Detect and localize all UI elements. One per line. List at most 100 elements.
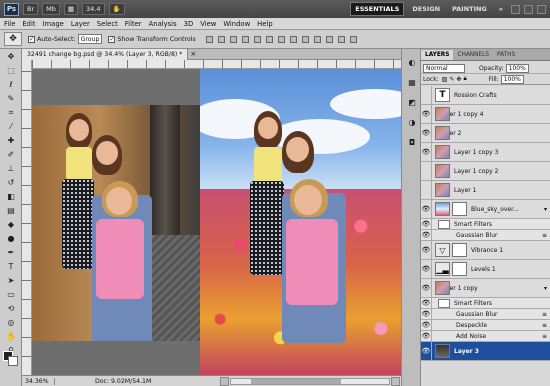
- type-tool-icon[interactable]: T: [3, 260, 19, 273]
- eye-icon[interactable]: 👁︎: [421, 230, 432, 240]
- tab-channels[interactable]: CHANNELS: [453, 50, 493, 60]
- filter-mask-thumbnail[interactable]: [438, 298, 450, 308]
- marquee-tool-icon[interactable]: ⬚: [3, 64, 19, 77]
- layer-row[interactable]: 👁︎ Layer 1 copy ▾: [421, 279, 550, 298]
- layer-row[interactable]: Layer 1: [421, 181, 550, 200]
- distribute-vcenter-icon[interactable]: [289, 35, 297, 43]
- quick-select-tool-icon[interactable]: ✎: [3, 92, 19, 105]
- distribute-hcenter-icon[interactable]: [325, 35, 333, 43]
- swatches-panel-icon[interactable]: ▦: [405, 76, 419, 89]
- gradient-tool-icon[interactable]: ▤: [3, 204, 19, 217]
- layer-row[interactable]: T Rossion Crafts: [421, 86, 550, 105]
- distribute-right-icon[interactable]: [337, 35, 345, 43]
- eye-icon[interactable]: 👁︎: [421, 309, 432, 319]
- tab-layers[interactable]: LAYERS: [421, 50, 454, 60]
- lock-transparency-icon[interactable]: ▨: [442, 76, 448, 83]
- eye-icon[interactable]: 👁︎: [421, 124, 432, 142]
- blur-tool-icon[interactable]: ◆: [3, 218, 19, 231]
- lasso-tool-icon[interactable]: ℓ: [3, 78, 19, 91]
- lock-pixels-icon[interactable]: ✎: [449, 76, 454, 83]
- auto-select-dropdown[interactable]: Group: [77, 34, 103, 44]
- close-button[interactable]: [537, 4, 546, 14]
- smart-filters-row[interactable]: 👁︎ Smart Filters: [421, 298, 550, 309]
- menu-layer[interactable]: Layer: [71, 20, 90, 28]
- blend-mode-dropdown[interactable]: Normal: [423, 63, 465, 73]
- document-tab[interactable]: 32491 change bg.psd @ 34.4% (Layer 3, RG…: [22, 48, 189, 60]
- styles-panel-icon[interactable]: ◩: [405, 96, 419, 109]
- workspace-more-icon[interactable]: »: [495, 3, 507, 15]
- eye-icon[interactable]: 👁︎: [421, 279, 432, 297]
- filter-row[interactable]: 👁︎ Despeckle ≡: [421, 320, 550, 331]
- eye-icon[interactable]: 👁︎: [421, 260, 432, 278]
- show-transform-checkbox[interactable]: ✓: [108, 35, 116, 43]
- filter-options-icon[interactable]: ≡: [542, 232, 547, 239]
- align-hcenter-icon[interactable]: [253, 35, 261, 43]
- eyedropper-tool-icon[interactable]: ⁄: [3, 120, 19, 133]
- layer-row[interactable]: 👁︎ ▽ Vibrance 1: [421, 241, 550, 260]
- eye-icon[interactable]: 👁︎: [421, 219, 432, 229]
- eye-icon[interactable]: 👁︎: [421, 320, 432, 330]
- align-vcenter-icon[interactable]: [217, 35, 225, 43]
- eye-icon[interactable]: 👁︎: [421, 143, 432, 161]
- history-brush-tool-icon[interactable]: ↺: [3, 176, 19, 189]
- menu-edit[interactable]: Edit: [22, 20, 35, 28]
- auto-align-icon[interactable]: [349, 35, 357, 43]
- healing-tool-icon[interactable]: ✚: [3, 134, 19, 147]
- move-tool-icon[interactable]: ✥: [4, 32, 22, 46]
- filter-row[interactable]: 👁︎ Gaussian Blur ≡: [421, 309, 550, 320]
- layer-row[interactable]: 👁︎ Layer 1 copy 3: [421, 143, 550, 162]
- workspace-essentials[interactable]: ESSENTIALS: [350, 2, 405, 16]
- filter-options-icon[interactable]: ≡: [542, 311, 547, 318]
- scroll-right-icon[interactable]: [391, 376, 400, 386]
- eye-icon[interactable]: 👁︎: [421, 200, 432, 218]
- brush-tool-icon[interactable]: ✐: [3, 148, 19, 161]
- clone-stamp-tool-icon[interactable]: ⊥: [3, 162, 19, 175]
- 3d-orbit-tool-icon[interactable]: ◎: [3, 316, 19, 329]
- smart-filters-row[interactable]: 👁︎ Smart Filters: [421, 219, 550, 230]
- layer-mask-thumbnail[interactable]: [452, 202, 467, 216]
- menu-help[interactable]: Help: [257, 20, 273, 28]
- layer-row[interactable]: 👁︎ Blue_sky_over... ▾: [421, 200, 550, 219]
- menu-analysis[interactable]: Analysis: [149, 20, 177, 28]
- move-tool-icon[interactable]: ✥: [3, 50, 19, 63]
- path-select-tool-icon[interactable]: ➤: [3, 274, 19, 287]
- zoom-readout[interactable]: 34.36%: [25, 377, 55, 385]
- distribute-top-icon[interactable]: [277, 35, 285, 43]
- workspace-painting[interactable]: PAINTING: [448, 3, 491, 15]
- background-color-swatch[interactable]: [8, 356, 18, 366]
- horizontal-scrollbar[interactable]: [219, 376, 401, 386]
- maximize-button[interactable]: [524, 4, 533, 14]
- scroll-left-icon[interactable]: [220, 376, 229, 386]
- align-left-icon[interactable]: [241, 35, 249, 43]
- filter-row[interactable]: 👁︎ Add Noise ≡: [421, 331, 550, 342]
- visibility-toggle[interactable]: [421, 162, 432, 180]
- dodge-tool-icon[interactable]: ●: [3, 232, 19, 245]
- filter-options-icon[interactable]: ≡: [542, 333, 547, 340]
- adjustments-panel-icon[interactable]: ◑: [405, 116, 419, 129]
- menu-select[interactable]: Select: [97, 20, 118, 28]
- layer-row[interactable]: 👁︎ Layer 1 copy 4: [421, 105, 550, 124]
- layer-row[interactable]: 👁︎ ▁▃ Levels 1: [421, 260, 550, 279]
- canvas[interactable]: [32, 69, 401, 375]
- layer-row[interactable]: 👁︎ Layer 2: [421, 124, 550, 143]
- horizontal-ruler[interactable]: [32, 60, 401, 69]
- filter-options-icon[interactable]: ≡: [542, 322, 547, 329]
- auto-select-checkbox[interactable]: ✓: [28, 35, 35, 43]
- masks-panel-icon[interactable]: ◘: [405, 136, 419, 149]
- view-extras-button[interactable]: ▦: [63, 3, 79, 15]
- align-right-icon[interactable]: [265, 35, 273, 43]
- distribute-bottom-icon[interactable]: [301, 35, 309, 43]
- crop-tool-icon[interactable]: ⌗: [3, 106, 19, 119]
- layer-row[interactable]: Layer 1 copy 2: [421, 162, 550, 181]
- opacity-field[interactable]: 100%: [505, 63, 529, 73]
- workspace-design[interactable]: DESIGN: [408, 3, 444, 15]
- minimize-button[interactable]: [511, 4, 520, 14]
- close-tab-icon[interactable]: ×: [190, 50, 196, 58]
- pen-tool-icon[interactable]: ✒: [3, 246, 19, 259]
- vertical-ruler[interactable]: [22, 60, 32, 376]
- menu-view[interactable]: View: [200, 20, 216, 28]
- scroll-thumb[interactable]: [251, 378, 341, 384]
- mini-bridge-button[interactable]: Mb: [42, 3, 60, 15]
- color-panel-icon[interactable]: ◐: [405, 56, 419, 69]
- shape-tool-icon[interactable]: ▭: [3, 288, 19, 301]
